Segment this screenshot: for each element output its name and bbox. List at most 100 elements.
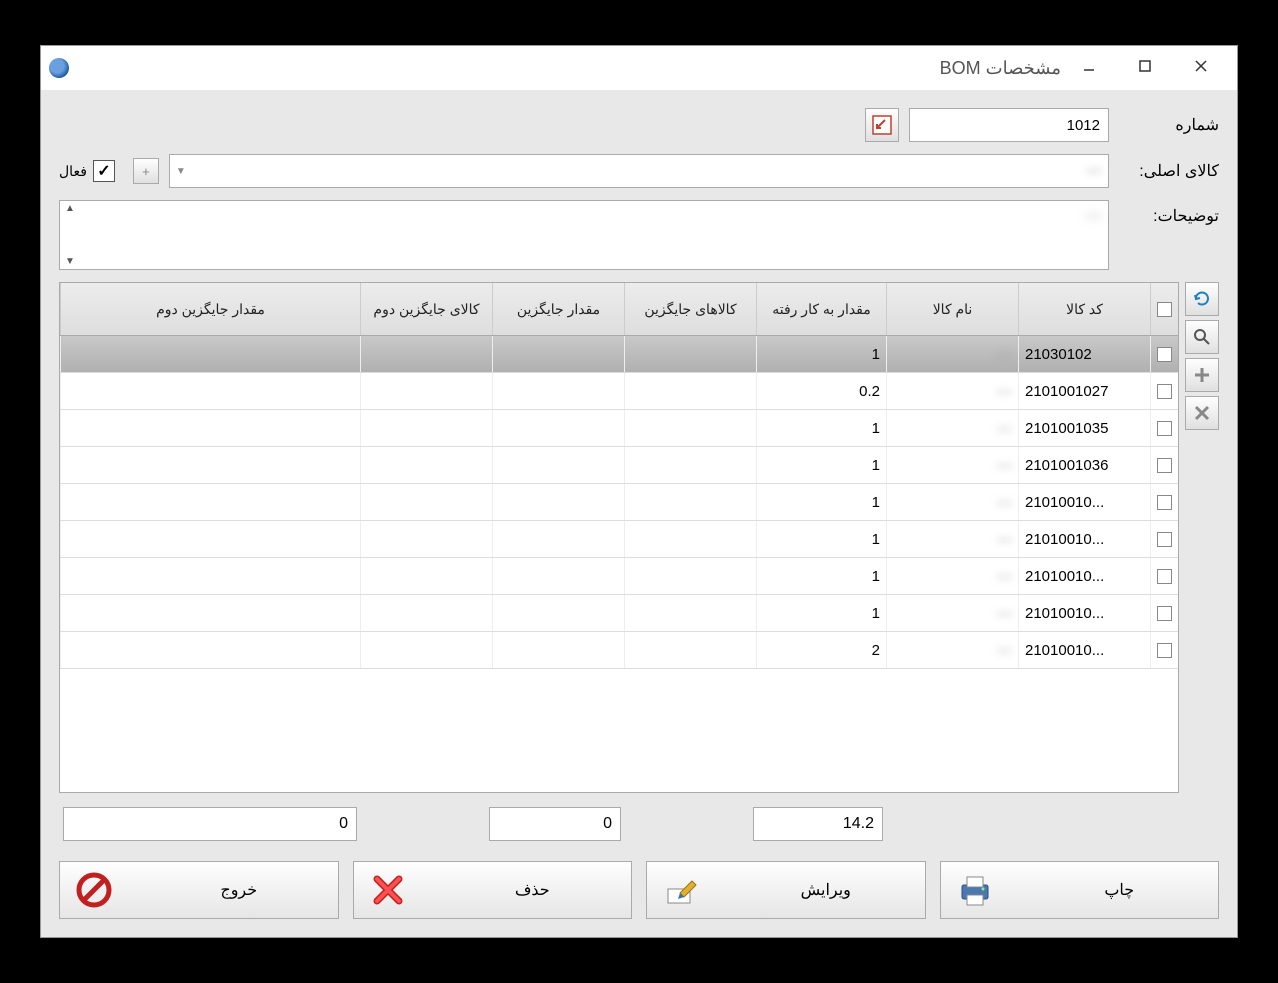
- number-input[interactable]: [909, 108, 1109, 142]
- titlebar: مشخصات BOM: [41, 46, 1237, 90]
- cell-qty: 1: [756, 521, 886, 557]
- number-row: شماره: [59, 108, 1219, 142]
- delete-row-button[interactable]: [1185, 396, 1219, 430]
- cell-qty: 0.2: [756, 373, 886, 409]
- header-checkbox-col: [1150, 283, 1178, 335]
- row-checkbox[interactable]: [1157, 347, 1172, 362]
- cell-code: 21010010...: [1018, 632, 1150, 668]
- lookup-icon: [871, 114, 893, 136]
- table-row[interactable]: 21010010...—1: [60, 595, 1178, 632]
- textarea-spinner: ▲ ▼: [62, 203, 78, 267]
- cell-alt: [624, 336, 756, 372]
- cell-alt: [624, 521, 756, 557]
- search-button[interactable]: [1185, 320, 1219, 354]
- edit-button[interactable]: ویرایش: [646, 861, 926, 919]
- spin-up-button[interactable]: ▲: [62, 203, 78, 214]
- edit-icon: [661, 870, 701, 910]
- table-row[interactable]: 2101001036—1: [60, 447, 1178, 484]
- cell-altq: [492, 373, 624, 409]
- cell-qty: 1: [756, 410, 886, 446]
- table-row[interactable]: 21010010...—1: [60, 521, 1178, 558]
- row-checkbox[interactable]: [1157, 643, 1172, 658]
- spin-down-button[interactable]: ▼: [62, 256, 78, 267]
- maximize-button[interactable]: [1117, 48, 1173, 88]
- row-checkbox[interactable]: [1157, 606, 1172, 621]
- delete-label: حذف: [448, 880, 618, 900]
- delete-icon: [368, 870, 408, 910]
- edit-label: ویرایش: [741, 880, 911, 900]
- cell-name: —: [886, 410, 1018, 446]
- cell-code: 21030102: [1018, 336, 1150, 372]
- row-checkbox-cell: [1150, 336, 1178, 372]
- table-row[interactable]: 21010010...—2: [60, 632, 1178, 669]
- cell-code: 21010010...: [1018, 558, 1150, 594]
- description-textarea[interactable]: — ▲ ▼: [59, 200, 1109, 270]
- table-row[interactable]: 21010010...—1: [60, 558, 1178, 595]
- cell-qty: 1: [756, 595, 886, 631]
- cell-qty: 2: [756, 632, 886, 668]
- header-qty[interactable]: مقدار به کار رفته: [756, 283, 886, 335]
- grid: کد کالا نام کالا مقدار به کار رفته کالاه…: [59, 282, 1179, 793]
- app-icon: [49, 58, 69, 78]
- grid-toolbar: [1185, 282, 1219, 849]
- refresh-button[interactable]: [1185, 282, 1219, 316]
- exit-button[interactable]: خروج: [59, 861, 339, 919]
- cell-alt2: [360, 410, 492, 446]
- grid-area: کد کالا نام کالا مقدار به کار رفته کالاه…: [59, 282, 1219, 849]
- lookup-button[interactable]: [865, 108, 899, 142]
- row-checkbox[interactable]: [1157, 384, 1172, 399]
- header-code[interactable]: کد کالا: [1018, 283, 1150, 335]
- add-item-button[interactable]: +: [133, 158, 159, 184]
- cell-name: —: [886, 632, 1018, 668]
- active-checkbox[interactable]: ✓: [93, 160, 115, 182]
- header-name[interactable]: نام کالا: [886, 283, 1018, 335]
- cell-altq: [492, 484, 624, 520]
- cell-code: 21010010...: [1018, 521, 1150, 557]
- header-alt2[interactable]: کالای جایگزین دوم: [360, 283, 492, 335]
- print-label: چاپ: [1035, 880, 1205, 900]
- header-alt[interactable]: کالاهای جایگزین: [624, 283, 756, 335]
- table-row[interactable]: 2101001027—0.2: [60, 373, 1178, 410]
- cell-code: 2101001027: [1018, 373, 1150, 409]
- close-icon: [1194, 59, 1208, 73]
- cell-name: —: [886, 595, 1018, 631]
- cell-alt2q: [60, 447, 360, 483]
- row-checkbox[interactable]: [1157, 569, 1172, 584]
- main-item-dropdown[interactable]: — ▼: [169, 154, 1109, 188]
- row-checkbox-cell: [1150, 521, 1178, 557]
- exit-label: خروج: [154, 880, 324, 900]
- cell-alt2: [360, 447, 492, 483]
- refresh-icon: [1192, 289, 1212, 309]
- table-row[interactable]: 21030102—1: [60, 336, 1178, 373]
- row-checkbox[interactable]: [1157, 421, 1172, 436]
- action-bar: چاپ ویرایش حذف خروج: [59, 861, 1219, 919]
- cell-name: —: [886, 373, 1018, 409]
- cell-alt: [624, 558, 756, 594]
- footer-qty-total: 14.2: [753, 807, 883, 841]
- grid-header: کد کالا نام کالا مقدار به کار رفته کالاه…: [60, 283, 1178, 336]
- cell-alt2: [360, 595, 492, 631]
- grid-footer: 14.2 0 0: [59, 799, 1179, 849]
- cell-name: —: [886, 336, 1018, 372]
- print-button[interactable]: چاپ: [940, 861, 1220, 919]
- close-button[interactable]: [1173, 48, 1229, 88]
- cell-altq: [492, 447, 624, 483]
- main-item-row: کالای اصلی: — ▼ + ✓ فعال: [59, 154, 1219, 188]
- window-title: مشخصات BOM: [77, 58, 1061, 79]
- search-icon: [1192, 327, 1212, 347]
- row-checkbox[interactable]: [1157, 458, 1172, 473]
- row-checkbox[interactable]: [1157, 495, 1172, 510]
- grid-scroll[interactable]: 21030102—12101001027—0.22101001035—12101…: [60, 336, 1178, 792]
- select-all-checkbox[interactable]: [1157, 302, 1172, 317]
- cell-code: 21010010...: [1018, 484, 1150, 520]
- table-row[interactable]: 2101001035—1: [60, 410, 1178, 447]
- table-row[interactable]: 21010010...—1: [60, 484, 1178, 521]
- delete-button[interactable]: حذف: [353, 861, 633, 919]
- cell-alt2q: [60, 484, 360, 520]
- row-checkbox[interactable]: [1157, 532, 1172, 547]
- header-altq[interactable]: مقدار جایگزین: [492, 283, 624, 335]
- header-alt2q[interactable]: مقدار جایگزین دوم: [60, 283, 360, 335]
- add-row-button[interactable]: [1185, 358, 1219, 392]
- row-checkbox-cell: [1150, 373, 1178, 409]
- minimize-button[interactable]: [1061, 48, 1117, 88]
